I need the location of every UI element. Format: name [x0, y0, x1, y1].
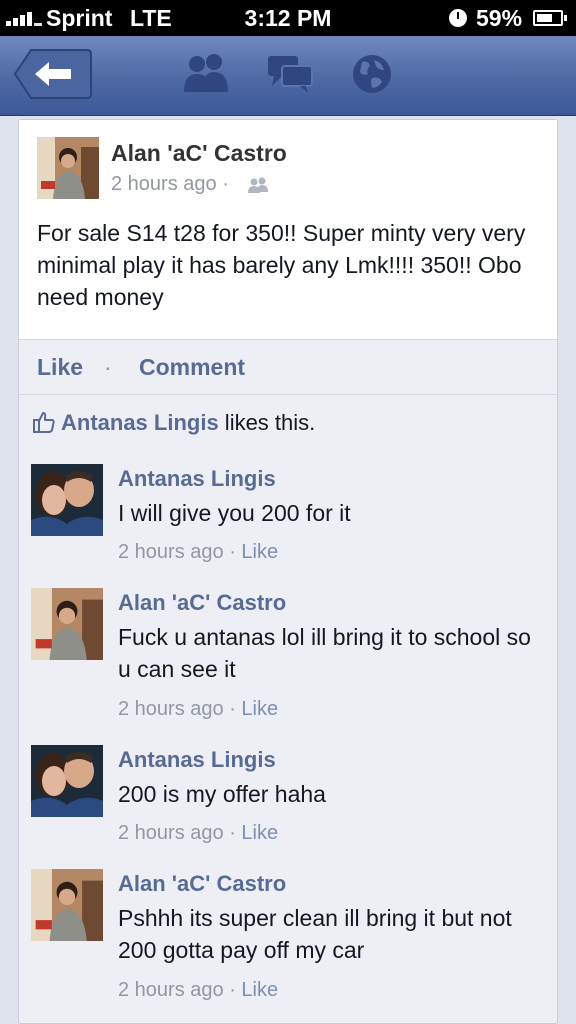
comment: Alan 'aC' Castro Fuck u antanas lol ill …	[19, 588, 557, 728]
comment-text: 200 is my offer haha	[118, 781, 326, 807]
comment-like-link[interactable]: Like	[241, 541, 278, 563]
meta-separator: ·	[223, 698, 242, 720]
avatar[interactable]	[31, 745, 103, 817]
comment-meta: 2 hours ago · Like	[118, 979, 278, 1002]
avatar[interactable]	[31, 869, 103, 941]
likes-suffix: likes this.	[218, 410, 316, 435]
back-arrow-icon	[13, 49, 92, 99]
comment-button[interactable]: Comment	[139, 354, 245, 381]
liker-name[interactable]: Antanas Lingis	[61, 410, 219, 435]
comment-meta: 2 hours ago · Like	[118, 822, 278, 845]
messages-icon[interactable]	[266, 52, 314, 94]
friends-audience-icon	[247, 177, 269, 198]
comment-like-link[interactable]: Like	[241, 698, 278, 720]
post-author-name[interactable]: Alan 'aC' Castro	[111, 140, 287, 167]
back-button[interactable]	[13, 48, 93, 100]
comment-time: 2 hours ago	[118, 698, 224, 720]
globe-icon[interactable]	[350, 52, 394, 96]
post-body-text: For sale S14 t28 for 350!! Super minty v…	[37, 220, 526, 310]
alarm-icon	[449, 9, 467, 27]
battery-percent: 59%	[476, 5, 523, 31]
likes-summary: Antanas Lingis likes this.	[33, 410, 315, 439]
post-timestamp: 2 hours ago ·	[111, 173, 229, 196]
comment-like-link[interactable]: Like	[241, 822, 278, 844]
comment-text: Pshhh its super clean ill bring it but n…	[118, 905, 512, 963]
comment-meta: 2 hours ago · Like	[118, 698, 278, 721]
post-actions: Like · Comment	[19, 341, 557, 395]
status-bar: Sprint LTE 3:12 PM 59%	[0, 0, 576, 36]
comment-author-name[interactable]: Alan 'aC' Castro	[118, 590, 286, 616]
content-area: Alan 'aC' Castro 2 hours ago · For sale …	[0, 116, 576, 1024]
action-separator: ·	[104, 354, 112, 380]
comment-text: I will give you 200 for it	[118, 500, 351, 526]
thumbs-up-icon	[33, 411, 55, 439]
avatar[interactable]	[37, 137, 99, 199]
meta-separator: ·	[223, 979, 242, 1001]
meta-separator: ·	[223, 541, 242, 563]
comment-time: 2 hours ago	[118, 979, 224, 1001]
avatar[interactable]	[31, 588, 103, 660]
like-button[interactable]: Like	[37, 354, 83, 381]
comment-like-link[interactable]: Like	[241, 979, 278, 1001]
comment: Antanas Lingis 200 is my offer haha 2 ho…	[19, 745, 557, 855]
comment-author-name[interactable]: Alan 'aC' Castro	[118, 871, 286, 897]
friends-icon[interactable]	[182, 52, 230, 94]
nav-bar	[0, 36, 576, 116]
meta-separator: ·	[223, 822, 242, 844]
comment-time: 2 hours ago	[118, 822, 224, 844]
comment-text: Fuck u antanas lol ill bring it to schoo…	[118, 624, 531, 682]
comment: Alan 'aC' Castro Pshhh its super clean i…	[19, 869, 557, 1009]
comment-author-name[interactable]: Antanas Lingis	[118, 466, 276, 492]
comment-author-name[interactable]: Antanas Lingis	[118, 747, 276, 773]
post-card: Alan 'aC' Castro 2 hours ago · For sale …	[18, 119, 558, 1024]
post-time-separator: ·	[222, 173, 229, 195]
comment-time: 2 hours ago	[118, 541, 224, 563]
battery-icon	[533, 10, 567, 26]
post-header: Alan 'aC' Castro 2 hours ago · For sale …	[19, 120, 557, 340]
comment-meta: 2 hours ago · Like	[118, 541, 278, 564]
comment: Antanas Lingis I will give you 200 for i…	[19, 464, 557, 574]
post-time-text: 2 hours ago	[111, 173, 217, 195]
avatar[interactable]	[31, 464, 103, 536]
